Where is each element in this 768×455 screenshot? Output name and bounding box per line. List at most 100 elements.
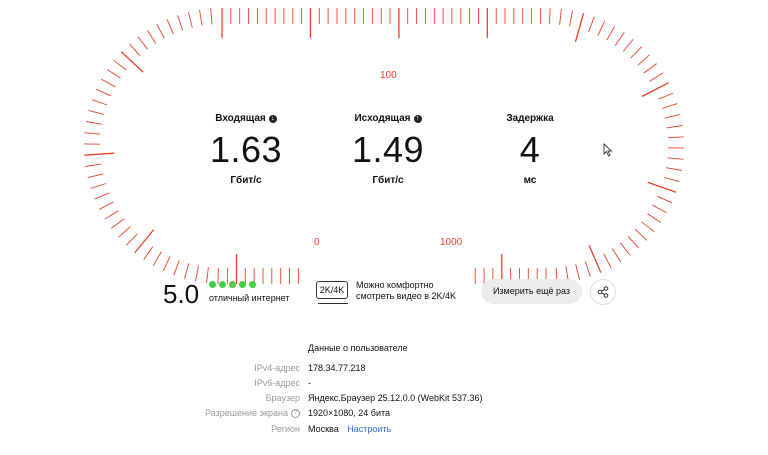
- info-row-ipv4: IPv4-адрес 178.34.77.218: [0, 361, 768, 375]
- arrow-up-icon: ↑: [413, 114, 422, 123]
- gauge-tick: [649, 72, 664, 82]
- video-quality-badge: 2K/4K: [316, 281, 348, 299]
- gauge-tick: [184, 263, 190, 279]
- rating-dot: [229, 281, 236, 288]
- upload-unit: Гбит/с: [372, 175, 404, 186]
- gauge-tick: [106, 69, 121, 79]
- gauge-tick: [611, 248, 622, 263]
- gauge-tick: [94, 192, 110, 200]
- gauge-label-0: 0: [314, 237, 320, 248]
- video-text-line1: Можно комфортно: [356, 280, 434, 290]
- info-value: Яндекс.Браузер 25.12.0.0 (WebKit 537.36): [308, 393, 483, 403]
- gauge-tick: [652, 204, 667, 214]
- gauge-tick: [647, 213, 662, 223]
- gauge-tick: [85, 163, 102, 167]
- gauge-tick: [559, 8, 562, 25]
- score-value: 5.0: [163, 279, 200, 309]
- gauge-tick: [597, 20, 606, 36]
- gauge-tick: [588, 16, 595, 32]
- help-icon[interactable]: ?: [291, 408, 300, 418]
- gauge-tick: [101, 78, 116, 88]
- region-settings-link[interactable]: Настроить: [347, 424, 391, 434]
- info-key: IPv6-адрес: [254, 378, 300, 388]
- gauge-tick: [173, 260, 180, 276]
- rating-dot: [239, 281, 246, 288]
- gauge-tick: [637, 54, 650, 66]
- gauge-tick: [104, 210, 119, 220]
- gauge-tick: [574, 13, 585, 43]
- gauge-tick: [606, 26, 616, 41]
- gauge-tick: [210, 8, 213, 25]
- gauge-tick: [643, 63, 657, 74]
- gauge-tick: [146, 29, 157, 44]
- gauge-tick: [647, 181, 677, 193]
- gauge-tick: [152, 251, 162, 266]
- rating-dot: [249, 281, 256, 288]
- gauge-tick: [622, 38, 634, 52]
- download-value: 1.63: [209, 129, 283, 170]
- gauge-tick: [84, 152, 115, 156]
- download-label: Входящая: [215, 113, 266, 124]
- gauge-tick: [111, 218, 125, 229]
- gauge-tick: [584, 261, 591, 277]
- gauge-tick: [658, 92, 674, 100]
- latency-unit: мс: [523, 175, 537, 186]
- info-key: Регион: [271, 424, 300, 434]
- gauge-tick: [86, 121, 102, 125]
- info-row-resolution: Разрешение экрана ? 1920×1080, 24 бита: [0, 406, 768, 420]
- upload-value: 1.49: [351, 129, 425, 170]
- gauge-tick: [96, 88, 111, 97]
- gauge-tick: [661, 103, 678, 109]
- gauge-tick: [125, 233, 138, 246]
- share-icon: [597, 286, 609, 298]
- info-key: Браузер: [265, 393, 300, 403]
- gauge-tick: [627, 235, 640, 249]
- rating-dot: [209, 281, 216, 288]
- gauge-label-100: 100: [380, 70, 397, 81]
- gauge-tick: [187, 11, 193, 28]
- gauge-tick: [162, 256, 171, 272]
- info-row-ipv6: IPv6-адрес -: [0, 376, 768, 390]
- info-key: IPv4-адрес: [254, 363, 300, 373]
- retest-button[interactable]: Измерить ещё раз: [481, 279, 582, 304]
- gauge-tick: [549, 8, 551, 25]
- download-unit: Гбит/с: [230, 175, 262, 186]
- gauge-tick: [90, 183, 107, 189]
- gauge-tick: [199, 9, 203, 26]
- gauge-tick: [663, 176, 680, 183]
- info-row-browser: Браузер Яндекс.Браузер 25.12.0.0 (WebKit…: [0, 391, 768, 405]
- gauge-label-1000: 1000: [440, 237, 463, 248]
- arrow-down-icon: ↓: [268, 114, 277, 123]
- gauge-tick: [588, 244, 602, 273]
- share-button[interactable]: [590, 279, 616, 305]
- mouse-cursor-icon: [603, 142, 613, 162]
- gauge-tick: [113, 59, 127, 71]
- monitor-stand-icon: [318, 301, 348, 304]
- video-text-line2: смотреть видео в 2K/4K: [356, 291, 457, 301]
- gauge-tick: [666, 167, 682, 171]
- gauge-tick: [128, 43, 141, 57]
- gauge-tick: [156, 24, 165, 39]
- gauge-tick: [630, 46, 643, 59]
- gauge-tick: [664, 113, 681, 119]
- gauge-tick: [88, 109, 105, 116]
- gauge-tick: [177, 15, 184, 31]
- upload-label: Исходящая: [354, 113, 411, 124]
- info-value: Москва: [308, 424, 339, 434]
- info-value: 1920×1080, 24 бита: [308, 408, 391, 418]
- gauge-tick: [569, 10, 574, 27]
- info-key: Разрешение экрана: [205, 408, 288, 418]
- rating-dot: [219, 281, 226, 288]
- gauge-tick: [91, 99, 108, 106]
- latency-label: Задержка: [506, 113, 554, 124]
- gauge-tick: [87, 173, 104, 179]
- gauge-tick: [137, 36, 149, 50]
- gauge-tick: [84, 132, 101, 135]
- info-value: 178.34.77.218: [308, 363, 366, 373]
- latency-metric: Задержка 4 мс: [460, 108, 600, 186]
- gauge-tick: [641, 82, 669, 98]
- gauge-tick: [667, 157, 684, 160]
- gauge-tick: [657, 195, 672, 204]
- gauge-tick: [143, 246, 154, 260]
- gauge-tick: [166, 19, 174, 35]
